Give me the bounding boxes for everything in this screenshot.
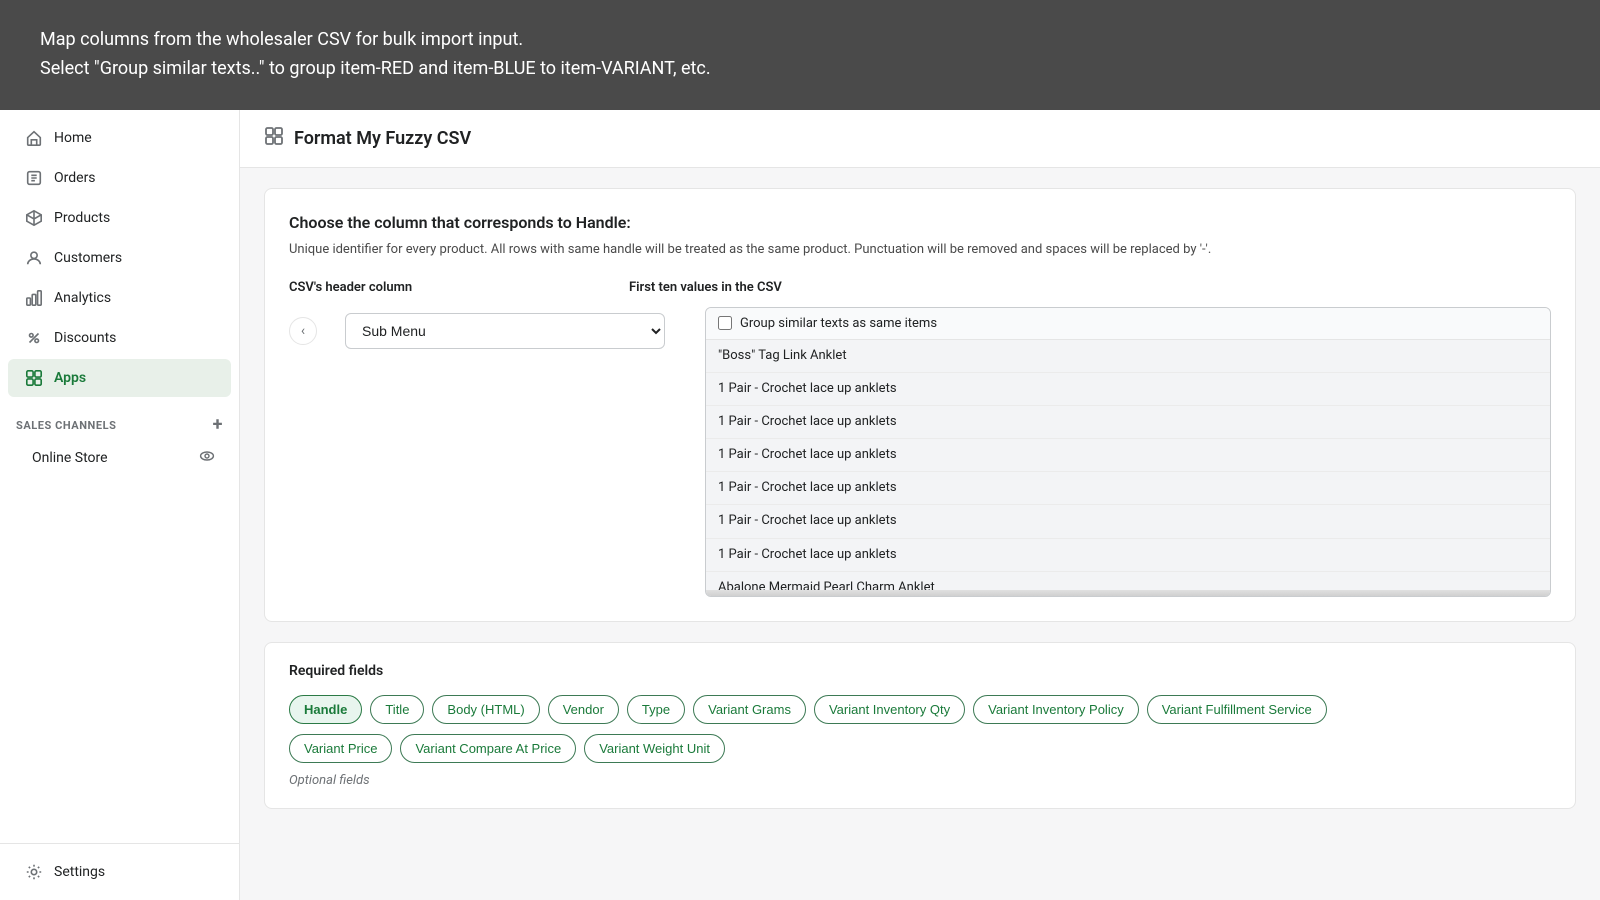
required-field-badge[interactable]: Variant Fulfillment Service	[1147, 695, 1327, 724]
sidebar-item-settings[interactable]: Settings	[8, 853, 231, 891]
sidebar-item-orders[interactable]: Orders	[8, 159, 231, 197]
content-area: Format My Fuzzy CSV Choose the column th…	[240, 110, 1600, 900]
required-field-badge[interactable]: Variant Grams	[693, 695, 806, 724]
csv-values-list: "Boss" Tag Link Anklet1 Pair - Crochet l…	[706, 340, 1550, 590]
sidebar-label-analytics: Analytics	[54, 290, 111, 306]
list-item: 1 Pair - Crochet lace up anklets	[706, 472, 1550, 505]
required-fields-row-2: Variant Price Variant Compare At Price Var…	[289, 734, 1551, 763]
group-similar-checkbox[interactable]	[718, 316, 732, 330]
sidebar-item-online-store[interactable]: Online Store	[8, 439, 231, 477]
dropdown-wrapper: Sub Menu Title Handle Body (HTML) Vendor…	[345, 307, 665, 349]
list-item: "Boss" Tag Link Anklet	[706, 340, 1550, 373]
col-header-left: CSV's header column	[289, 280, 629, 295]
required-fields-title: Required fields	[289, 663, 1551, 679]
list-item: 1 Pair - Crochet lace up anklets	[706, 539, 1550, 572]
required-field-badge[interactable]: Type	[627, 695, 685, 724]
required-field-badge[interactable]: Variant Weight Unit	[584, 734, 725, 763]
page-header-icon	[264, 126, 284, 151]
list-item: 1 Pair - Crochet lace up anklets	[706, 439, 1550, 472]
banner-line2: Select "Group similar texts.." to group …	[40, 55, 711, 84]
list-item: 1 Pair - Crochet lace up anklets	[706, 406, 1550, 439]
sidebar-label-discounts: Discounts	[54, 330, 116, 346]
nav-back-button[interactable]: ‹	[289, 317, 317, 345]
sidebar-item-discounts[interactable]: Discounts	[8, 319, 231, 357]
sidebar-label-customers: Customers	[54, 250, 122, 266]
sales-channels-header: SALES CHANNELS +	[0, 406, 239, 438]
csv-column-dropdown[interactable]: Sub Menu Title Handle Body (HTML) Vendor…	[345, 313, 665, 349]
sidebar-label-home: Home	[54, 130, 92, 146]
group-similar-row: Group similar texts as same items	[706, 308, 1550, 340]
section-title: Choose the column that corresponds to Ha…	[289, 213, 1551, 232]
eye-icon	[199, 448, 215, 468]
section-desc: Unique identifier for every product. All…	[289, 240, 1551, 260]
required-field-badge[interactable]: Variant Compare At Price	[400, 734, 576, 763]
orders-icon	[24, 168, 44, 188]
banner-line1: Map columns from the wholesaler CSV for …	[40, 26, 711, 55]
list-item: Abalone Mermaid Pearl Charm Anklet	[706, 572, 1550, 590]
sidebar-label-orders: Orders	[54, 170, 96, 186]
list-item: 1 Pair - Crochet lace up anklets	[706, 373, 1550, 406]
sidebar-label-settings: Settings	[54, 864, 105, 880]
sidebar-label-products: Products	[54, 210, 110, 226]
sidebar-item-products[interactable]: Products	[8, 199, 231, 237]
optional-fields-label: Optional fields	[289, 773, 1551, 788]
sidebar-item-analytics[interactable]: Analytics	[8, 279, 231, 317]
products-icon	[24, 208, 44, 228]
list-item: 1 Pair - Crochet lace up anklets	[706, 505, 1550, 538]
required-field-badge[interactable]: Title	[370, 695, 424, 724]
csv-values-area: Group similar texts as same items "Boss"…	[705, 307, 1551, 597]
col-header-right: First ten values in the CSV	[629, 280, 1551, 295]
required-fields-section: Required fields Handle Title Body (HTML) Ve…	[264, 642, 1576, 809]
sales-channels-label: SALES CHANNELS	[16, 419, 116, 432]
required-fields-row-1: Handle Title Body (HTML) Vendor Type Variant …	[289, 695, 1551, 724]
sidebar: Home Orders Products	[0, 110, 240, 900]
page-title: Format My Fuzzy CSV	[294, 128, 471, 149]
sidebar-item-home[interactable]: Home	[8, 119, 231, 157]
resize-handle[interactable]	[706, 590, 1550, 596]
online-store-label: Online Store	[32, 450, 108, 466]
top-banner: Map columns from the wholesaler CSV for …	[0, 0, 1600, 110]
required-field-badge[interactable]: Variant Inventory Policy	[973, 695, 1139, 724]
home-icon	[24, 128, 44, 148]
sidebar-item-apps[interactable]: Apps	[8, 359, 231, 397]
sidebar-item-customers[interactable]: Customers	[8, 239, 231, 277]
mapping-row: ‹ Sub Menu Title Handle Body (HTML) Vend…	[289, 307, 1551, 597]
apps-icon	[24, 368, 44, 388]
main-card: Choose the column that corresponds to Ha…	[264, 188, 1576, 622]
page-header: Format My Fuzzy CSV	[240, 110, 1600, 168]
required-field-badge[interactable]: Variant Price	[289, 734, 392, 763]
sidebar-label-apps: Apps	[54, 370, 86, 386]
required-field-badge[interactable]: Handle	[289, 695, 362, 724]
add-sales-channel-icon[interactable]: +	[213, 416, 223, 434]
required-field-badge[interactable]: Body (HTML)	[432, 695, 539, 724]
settings-icon	[24, 862, 44, 882]
analytics-icon	[24, 288, 44, 308]
required-field-badge[interactable]: Vendor	[548, 695, 619, 724]
required-field-badge[interactable]: Variant Inventory Qty	[814, 695, 965, 724]
discounts-icon	[24, 328, 44, 348]
group-similar-label[interactable]: Group similar texts as same items	[740, 316, 937, 331]
customers-icon	[24, 248, 44, 268]
